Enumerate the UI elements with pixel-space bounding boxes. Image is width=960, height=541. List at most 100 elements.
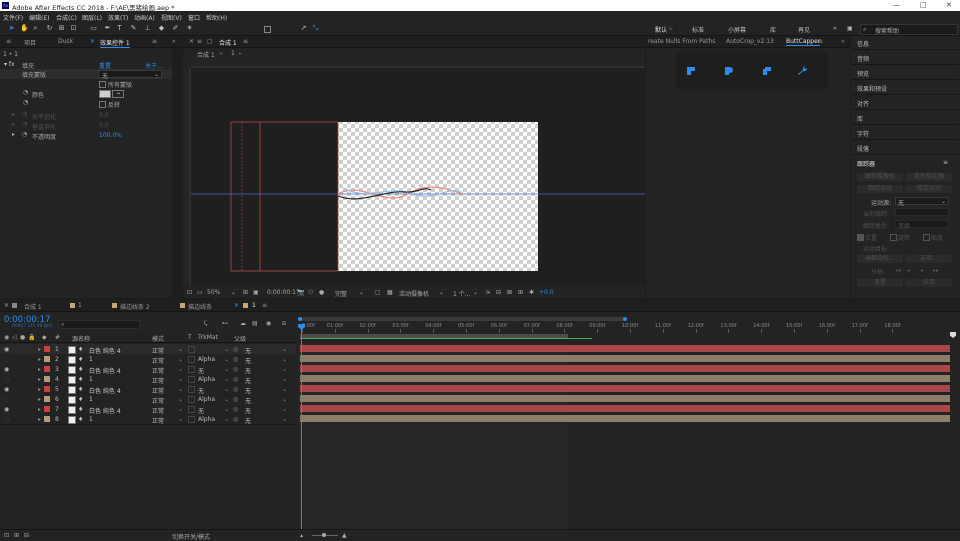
shy-icon[interactable]: ♦ bbox=[78, 366, 83, 373]
brush-tool-icon[interactable]: ✎ bbox=[130, 25, 137, 32]
layer-trkmat[interactable]: Alpha bbox=[198, 396, 215, 403]
render-toggle-icon[interactable]: ⇲ bbox=[485, 289, 490, 296]
workspace-standard[interactable]: 标准 bbox=[692, 25, 704, 34]
search-scope-icon[interactable]: ▣ bbox=[847, 25, 853, 32]
tab-menu-icon[interactable]: ≡ bbox=[197, 38, 202, 45]
expand-arrow-icon[interactable]: ▸ bbox=[12, 121, 15, 128]
parent-pickwhip-icon[interactable]: ◎ bbox=[233, 416, 238, 423]
visibility-eye-icon[interactable]: ◉ bbox=[4, 346, 9, 353]
layer-name[interactable]: 1 bbox=[89, 376, 93, 383]
chevron-down-icon[interactable]: ⌄ bbox=[224, 376, 229, 383]
chevron-down-icon[interactable]: ⌄ bbox=[282, 376, 287, 383]
chevron-down-icon[interactable]: ⌄ bbox=[359, 289, 364, 296]
snapshot-icon[interactable]: 📷 bbox=[297, 289, 304, 296]
tab-effect-controls[interactable]: 效果控件 1 bbox=[100, 38, 130, 48]
snapping-checkbox-icon[interactable] bbox=[264, 26, 271, 33]
layer-name[interactable]: 1 bbox=[89, 396, 93, 403]
chevron-down-icon[interactable]: ⌄ bbox=[282, 396, 287, 403]
effect-scrollbar[interactable] bbox=[172, 48, 182, 298]
chevron-down-icon[interactable]: ⌄ bbox=[178, 346, 183, 353]
snap-options-icon[interactable]: ⤡ bbox=[312, 25, 319, 32]
track-type-dropdown[interactable]: 变换 bbox=[895, 220, 949, 230]
transparency-grid-icon[interactable]: ▦ bbox=[387, 289, 393, 296]
zoom-tool-icon[interactable]: ⌕ bbox=[32, 25, 39, 32]
stopwatch-icon[interactable]: ◔ bbox=[22, 121, 27, 128]
layer-trkmat[interactable]: Alpha bbox=[198, 416, 215, 423]
position-checkbox[interactable] bbox=[857, 234, 864, 241]
warp-stabilizer-button[interactable]: 变形稳定器 bbox=[906, 173, 952, 181]
workspace-default[interactable]: 默认 bbox=[655, 25, 667, 34]
rotation-checkbox[interactable] bbox=[890, 234, 897, 241]
chevron-down-icon[interactable]: ⌄ bbox=[224, 386, 229, 393]
maximize-button[interactable]: □ bbox=[920, 1, 927, 9]
panel-paragraph[interactable]: 段落 bbox=[857, 144, 869, 153]
layer-row[interactable]: ◉ ▸ 3 ♦ 白色 纯色 4 正常 ⌄ 无 ⌄ ◎ 无 ⌄ bbox=[0, 364, 960, 375]
expand-arrow-icon[interactable]: ▸ bbox=[38, 386, 41, 393]
timeline-icon[interactable]: ⊠ bbox=[507, 289, 512, 296]
expand-arrow-icon[interactable]: ▸ bbox=[38, 366, 41, 373]
views-dropdown[interactable]: 1 个... bbox=[453, 289, 470, 298]
chevron-down-icon[interactable]: ⌄ bbox=[282, 386, 287, 393]
current-time[interactable]: 0:00:00:17 bbox=[267, 289, 300, 296]
menu-file[interactable]: 文件(F) bbox=[3, 13, 23, 22]
panel-library[interactable]: 库 bbox=[857, 114, 863, 123]
layer-duration-bar[interactable] bbox=[300, 355, 950, 362]
parent-pickwhip-icon[interactable]: ◎ bbox=[233, 376, 238, 383]
round-cap-icon[interactable] bbox=[724, 66, 734, 76]
chevron-down-icon[interactable]: ⌄ bbox=[224, 396, 229, 403]
tab-create-nulls[interactable]: reate Nulls From Paths bbox=[648, 38, 715, 45]
tab-composition-1[interactable]: 合成 1 bbox=[219, 38, 237, 47]
chevron-down-icon[interactable]: ⌄ bbox=[224, 366, 229, 373]
viewer-options-icon[interactable]: ▭ bbox=[197, 289, 203, 296]
roi-icon[interactable]: ▢ bbox=[375, 289, 381, 296]
eyedropper-icon[interactable]: ⊸ bbox=[112, 90, 124, 98]
parent-pickwhip-icon[interactable]: ◎ bbox=[233, 366, 238, 373]
camera-dropdown[interactable]: 活动摄像机 bbox=[399, 289, 429, 298]
panel-tracker[interactable]: 跟踪器 bbox=[857, 159, 875, 168]
type-tool-icon[interactable]: T bbox=[116, 25, 123, 32]
zoom-in-icon[interactable]: ▲ bbox=[342, 532, 347, 539]
chevron-down-icon[interactable]: ⌄ bbox=[282, 366, 287, 373]
analyze-back-icon[interactable]: ◂◂ bbox=[895, 267, 901, 274]
camera-tool-icon[interactable]: ⊞ bbox=[58, 25, 65, 32]
panel-preview[interactable]: 预览 bbox=[857, 69, 869, 78]
playhead[interactable] bbox=[301, 325, 302, 530]
channel-icon[interactable]: ● bbox=[319, 289, 324, 296]
layer-duration-bar[interactable] bbox=[300, 395, 950, 402]
transfer-controls-icon[interactable]: ⊞ bbox=[14, 532, 19, 539]
in-out-icon[interactable]: ⊟ bbox=[24, 532, 29, 539]
chevron-down-icon[interactable]: ⌄ bbox=[231, 289, 236, 296]
breadcrumb-layer[interactable]: 1 bbox=[231, 50, 235, 57]
layer-label-color[interactable] bbox=[44, 366, 50, 372]
stopwatch-icon[interactable]: ◔ bbox=[23, 99, 28, 106]
rectangle-tool-icon[interactable]: ▭ bbox=[90, 25, 97, 32]
tab-menu-icon[interactable]: ≡ bbox=[818, 38, 823, 45]
menu-view[interactable]: 视图(V) bbox=[161, 13, 182, 22]
layer-name[interactable]: 1 bbox=[89, 356, 93, 363]
preserve-transparency-checkbox[interactable] bbox=[188, 366, 195, 373]
puppet-tool-icon[interactable]: ✶ bbox=[186, 25, 193, 32]
chevron-down-icon[interactable]: ⌄ bbox=[224, 346, 229, 353]
chevron-down-icon[interactable]: ⌄ bbox=[439, 289, 444, 296]
breadcrumb-comp[interactable]: 合成 1 bbox=[197, 50, 215, 59]
expand-arrow-icon[interactable]: ▸ bbox=[38, 406, 41, 413]
zoom-slider-handle[interactable] bbox=[322, 533, 326, 537]
tab-menu-icon[interactable]: ≡ bbox=[243, 38, 248, 45]
opacity-value[interactable]: 100.0% bbox=[99, 132, 122, 139]
parent-pickwhip-icon[interactable]: ◎ bbox=[233, 386, 238, 393]
parent-pickwhip-icon[interactable]: ◎ bbox=[233, 406, 238, 413]
parent-pickwhip-icon[interactable]: ◎ bbox=[233, 346, 238, 353]
layer-label-color[interactable] bbox=[44, 416, 50, 422]
current-track-dropdown[interactable] bbox=[895, 208, 949, 216]
chevron-down-icon[interactable]: ⌄ bbox=[178, 356, 183, 363]
scale-checkbox[interactable] bbox=[923, 234, 930, 241]
layer-parent[interactable]: 无 bbox=[245, 416, 251, 425]
workspace-more-icon[interactable]: » bbox=[833, 25, 837, 32]
visibility-eye-icon[interactable]: ◉ bbox=[4, 406, 9, 413]
workspace-small-screen[interactable]: 小屏幕 bbox=[728, 25, 746, 34]
shy-icon[interactable]: ♦ bbox=[78, 406, 83, 413]
chevron-down-icon[interactable]: ⌄ bbox=[473, 289, 478, 296]
flowchart-icon[interactable]: ⊞ bbox=[518, 289, 523, 296]
layer-duration-bar[interactable] bbox=[300, 385, 950, 392]
clone-stamp-tool-icon[interactable]: ⊥ bbox=[144, 25, 151, 32]
